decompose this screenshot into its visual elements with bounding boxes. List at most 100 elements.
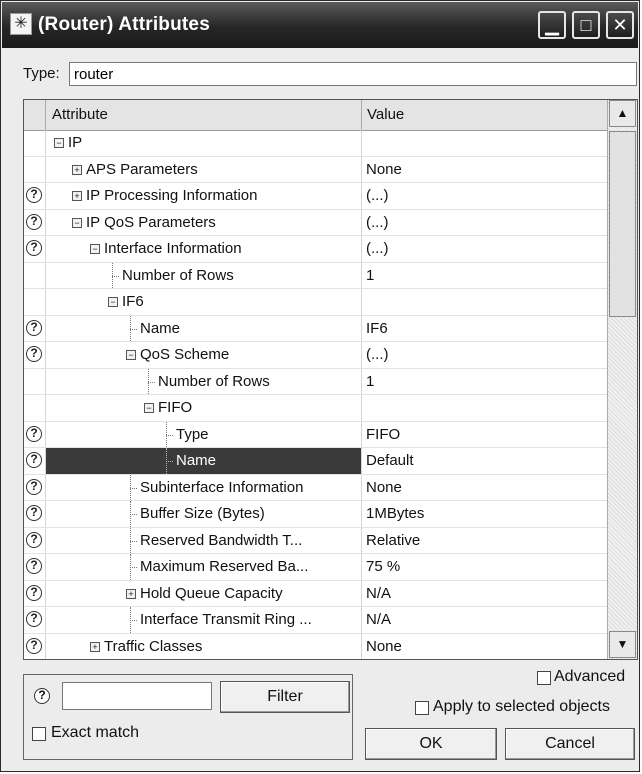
table-row[interactable]: ? Type FIFO	[24, 421, 607, 448]
title-bar[interactable]: ✳ (Router) Attributes ▁ □ ✕	[2, 2, 638, 48]
scroll-thumb[interactable]	[609, 131, 636, 317]
value-cell[interactable]: 1	[362, 263, 607, 289]
value-cell[interactable]: IF6	[362, 316, 607, 342]
value-cell[interactable]: None	[362, 157, 607, 183]
scroll-up-button[interactable]: ▲	[609, 100, 636, 127]
attribute-cell[interactable]: + Hold Queue Capacity	[46, 580, 362, 606]
question-circle-icon[interactable]: ?	[26, 584, 42, 601]
plus-box-icon[interactable]: +	[90, 641, 100, 652]
table-row[interactable]: ? + Hold Queue Capacity N/A	[24, 580, 607, 607]
header-attribute[interactable]: Attribute	[46, 100, 362, 130]
attribute-cell[interactable]: + IP Processing Information	[46, 183, 362, 209]
attribute-cell[interactable]: − IF6	[46, 289, 362, 315]
table-row[interactable]: − IP	[24, 130, 607, 157]
vertical-scrollbar[interactable]: ▲ ▼	[607, 100, 637, 659]
attribute-cell[interactable]: + Traffic Classes	[46, 633, 362, 659]
filter-input[interactable]	[62, 682, 212, 710]
table-row[interactable]: ? − QoS Scheme (...)	[24, 342, 607, 369]
minus-box-icon[interactable]: −	[90, 244, 100, 254]
table-row[interactable]: ? + Traffic Classes None	[24, 633, 607, 660]
question-circle-icon[interactable]: ?	[26, 478, 42, 495]
table-row[interactable]: + APS Parameters None	[24, 156, 607, 183]
attribute-cell[interactable]: Number of Rows	[46, 262, 362, 288]
table-row[interactable]: ? Reserved Bandwidth T... Relative	[24, 527, 607, 554]
table-row[interactable]: − FIFO	[24, 395, 607, 422]
value-cell[interactable]: N/A	[362, 581, 607, 607]
question-circle-icon[interactable]: ?	[26, 319, 42, 336]
question-circle-icon[interactable]: ?	[26, 425, 42, 442]
attribute-cell[interactable]: − FIFO	[46, 395, 362, 421]
question-circle-icon[interactable]: ?	[26, 346, 42, 362]
apply-selected-checkbox[interactable]	[415, 701, 429, 715]
type-field[interactable]	[69, 62, 637, 86]
exact-match-checkbox[interactable]	[32, 727, 46, 741]
attribute-cell[interactable]: − IP QoS Parameters	[46, 209, 362, 235]
scroll-down-button[interactable]: ▼	[609, 631, 636, 658]
question-circle-icon[interactable]: ?	[26, 531, 42, 548]
value-cell[interactable]: N/A	[362, 607, 607, 633]
question-circle-icon[interactable]: ?	[26, 558, 42, 574]
filter-button[interactable]: Filter	[220, 681, 350, 713]
minus-box-icon[interactable]: −	[72, 217, 82, 228]
header-value[interactable]: Value	[362, 100, 607, 130]
table-row[interactable]: ? + IP Processing Information (...)	[24, 183, 607, 210]
attribute-cell[interactable]: Reserved Bandwidth T...	[46, 527, 362, 553]
value-cell[interactable]	[362, 130, 607, 156]
table-row[interactable]: ? Interface Transmit Ring ... N/A	[24, 607, 607, 634]
table-row[interactable]: ? − Interface Information (...)	[24, 236, 607, 263]
value-cell[interactable]: (...)	[362, 210, 607, 236]
attribute-cell[interactable]: Buffer Size (Bytes)	[46, 501, 362, 527]
table-row[interactable]: ? Subinterface Information None	[24, 474, 607, 501]
minus-box-icon[interactable]: −	[108, 297, 118, 307]
value-cell[interactable]: Default	[362, 448, 607, 474]
attribute-cell[interactable]: Subinterface Information	[46, 474, 362, 500]
table-row[interactable]: Number of Rows 1	[24, 368, 607, 395]
value-cell[interactable]: (...)	[362, 183, 607, 209]
table-row[interactable]: ? Name IF6	[24, 315, 607, 342]
plus-box-icon[interactable]: +	[72, 191, 82, 201]
minimize-button[interactable]: ▁	[538, 11, 566, 39]
close-button[interactable]: ✕	[606, 11, 634, 39]
value-cell[interactable]: 75 %	[362, 554, 607, 580]
table-row[interactable]: ? Maximum Reserved Ba... 75 %	[24, 554, 607, 581]
value-cell[interactable]: (...)	[362, 342, 607, 368]
attribute-cell[interactable]: Name	[46, 448, 362, 474]
value-cell[interactable]: None	[362, 475, 607, 501]
table-row[interactable]: Number of Rows 1	[24, 262, 607, 289]
table-row[interactable]: ? Name Default	[24, 448, 607, 475]
question-circle-icon[interactable]: ?	[26, 452, 42, 468]
value-cell[interactable]	[362, 289, 607, 315]
question-circle-icon[interactable]: ?	[26, 611, 42, 627]
minus-box-icon[interactable]: −	[54, 138, 64, 148]
attribute-cell[interactable]: − Interface Information	[46, 236, 362, 262]
attribute-cell[interactable]: + APS Parameters	[46, 156, 362, 182]
attribute-cell[interactable]: Type	[46, 421, 362, 447]
attribute-cell[interactable]: − IP	[46, 130, 362, 156]
value-cell[interactable]	[362, 395, 607, 421]
question-circle-icon[interactable]: ?	[26, 213, 42, 230]
attribute-cell[interactable]: Interface Transmit Ring ...	[46, 607, 362, 633]
value-cell[interactable]: (...)	[362, 236, 607, 262]
ok-button[interactable]: OK	[365, 728, 497, 760]
value-cell[interactable]: 1MBytes	[362, 501, 607, 527]
plus-box-icon[interactable]: +	[126, 588, 136, 599]
advanced-checkbox[interactable]	[537, 671, 551, 685]
question-circle-icon[interactable]: ?	[26, 240, 42, 256]
question-circle-icon[interactable]: ?	[26, 505, 42, 521]
plus-box-icon[interactable]: +	[72, 164, 82, 175]
value-cell[interactable]: Relative	[362, 528, 607, 554]
attribute-cell[interactable]: Name	[46, 315, 362, 341]
value-cell[interactable]: None	[362, 634, 607, 660]
table-row[interactable]: ? Buffer Size (Bytes) 1MBytes	[24, 501, 607, 528]
attribute-cell[interactable]: − QoS Scheme	[46, 342, 362, 368]
attribute-cell[interactable]: Maximum Reserved Ba...	[46, 554, 362, 580]
table-row[interactable]: ? − IP QoS Parameters (...)	[24, 209, 607, 236]
attribute-cell[interactable]: Number of Rows	[46, 368, 362, 394]
question-circle-icon[interactable]: ?	[26, 187, 42, 203]
minus-box-icon[interactable]: −	[144, 403, 154, 413]
cancel-button[interactable]: Cancel	[505, 728, 635, 760]
question-circle-icon[interactable]: ?	[26, 637, 42, 654]
value-cell[interactable]: FIFO	[362, 422, 607, 448]
maximize-button[interactable]: □	[572, 11, 600, 39]
minus-box-icon[interactable]: −	[126, 350, 136, 360]
